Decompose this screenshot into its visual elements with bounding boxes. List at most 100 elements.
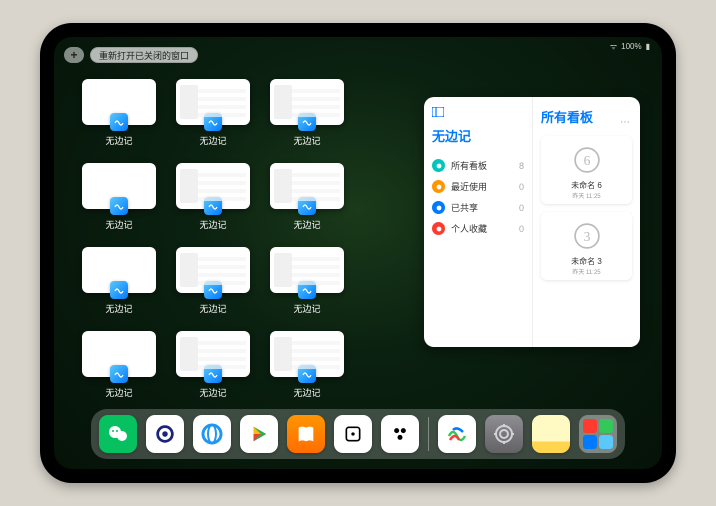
freeform-app-icon — [204, 365, 222, 383]
freeform-app-icon — [298, 281, 316, 299]
ipad-frame: ᯤ 100% ▮ + 重新打开已关闭的窗口 无边记 无边记 无边记 无边记 无边… — [40, 23, 676, 483]
sidebar-toggle-icon[interactable] — [432, 107, 524, 120]
freeform-panel[interactable]: ⋯ 无边记 所有看板 8 最近使用 0 已共享 0 个人收藏 0 所有看板 6 … — [424, 97, 640, 347]
status-bar: ᯤ 100% ▮ — [610, 41, 650, 52]
thumbnail-preview — [270, 163, 344, 209]
dock-app-unknown1[interactable] — [334, 415, 372, 453]
thumbnail-label: 无边记 — [199, 386, 226, 399]
sidebar-item-icon — [432, 201, 445, 214]
freeform-app-icon — [298, 197, 316, 215]
window-thumbnail[interactable]: 无边记 — [82, 163, 156, 231]
thumbnail-label: 无边记 — [293, 386, 320, 399]
dock-folder[interactable] — [579, 415, 617, 453]
thumbnail-preview — [82, 247, 156, 293]
window-grid: 无边记 无边记 无边记 无边记 无边记 无边记 无边记 无边记 无边记 无边记 … — [82, 79, 344, 399]
dock-app-play[interactable] — [240, 415, 278, 453]
thumbnail-label: 无边记 — [105, 134, 132, 147]
window-thumbnail[interactable]: 无边记 — [82, 79, 156, 147]
sidebar-item-label: 已共享 — [451, 201, 478, 214]
folder-app-icon — [583, 419, 597, 433]
sidebar-item-label: 个人收藏 — [451, 222, 487, 235]
thumbnail-label: 无边记 — [199, 134, 226, 147]
sidebar-item-count: 0 — [519, 224, 524, 234]
sidebar-item-count: 0 — [519, 182, 524, 192]
sidebar-item-icon — [432, 222, 445, 235]
battery-label: 100% — [621, 42, 641, 51]
thumbnail-label: 无边记 — [105, 218, 132, 231]
window-thumbnail[interactable]: 无边记 — [82, 331, 156, 399]
window-thumbnail[interactable]: 无边记 — [270, 247, 344, 315]
thumbnail-preview — [82, 163, 156, 209]
window-thumbnail[interactable]: 无边记 — [176, 247, 250, 315]
window-thumbnail[interactable]: 无边记 — [270, 79, 344, 147]
screen: ᯤ 100% ▮ + 重新打开已关闭的窗口 无边记 无边记 无边记 无边记 无边… — [54, 37, 662, 469]
sidebar-item[interactable]: 所有看板 8 — [432, 155, 524, 176]
thumbnail-label: 无边记 — [293, 134, 320, 147]
header: + 重新打开已关闭的窗口 — [64, 47, 198, 63]
board-card[interactable]: 6 未命名 6 昨天 11:25 — [541, 136, 632, 204]
sidebar-item[interactable]: 个人收藏 0 — [432, 218, 524, 239]
plus-icon: + — [70, 48, 77, 62]
freeform-app-icon — [298, 113, 316, 131]
reopen-closed-window-button[interactable]: 重新打开已关闭的窗口 — [90, 47, 198, 63]
svg-text:3: 3 — [583, 229, 590, 244]
board-date: 昨天 11:25 — [545, 267, 628, 276]
dock-app-settings[interactable] — [485, 415, 523, 453]
thumbnail-label: 无边记 — [293, 218, 320, 231]
freeform-app-icon — [110, 365, 128, 383]
board-card[interactable]: 3 未命名 3 昨天 11:25 — [541, 212, 632, 280]
board-date: 昨天 11:25 — [545, 191, 628, 200]
thumbnail-preview — [82, 331, 156, 377]
dock-app-books[interactable] — [287, 415, 325, 453]
dock-app-qqbrowser[interactable] — [193, 415, 231, 453]
freeform-app-icon — [204, 197, 222, 215]
window-thumbnail[interactable]: 无边记 — [82, 247, 156, 315]
thumbnail-label: 无边记 — [105, 302, 132, 315]
board-sketch: 6 — [545, 140, 628, 180]
window-thumbnail[interactable]: 无边记 — [270, 163, 344, 231]
dock-app-wechat[interactable] — [99, 415, 137, 453]
sidebar-item[interactable]: 已共享 0 — [432, 197, 524, 218]
window-thumbnail[interactable]: 无边记 — [176, 163, 250, 231]
window-thumbnail[interactable]: 无边记 — [176, 331, 250, 399]
panel-left-title: 无边记 — [432, 126, 524, 145]
sidebar-item-count: 0 — [519, 203, 524, 213]
board-name: 未命名 6 — [545, 180, 628, 191]
thumbnail-preview — [176, 163, 250, 209]
more-icon[interactable]: ⋯ — [620, 117, 630, 128]
sidebar-item-label: 最近使用 — [451, 180, 487, 193]
folder-app-icon — [599, 435, 613, 449]
board-sketch: 3 — [545, 216, 628, 256]
thumbnail-label: 无边记 — [199, 302, 226, 315]
thumbnail-preview — [176, 79, 250, 125]
window-thumbnail[interactable]: 无边记 — [270, 331, 344, 399]
window-thumbnail[interactable]: 无边记 — [176, 79, 250, 147]
reopen-label: 重新打开已关闭的窗口 — [99, 49, 189, 62]
dock — [91, 409, 625, 459]
folder-app-icon — [583, 435, 597, 449]
freeform-app-icon — [110, 113, 128, 131]
freeform-app-icon — [110, 281, 128, 299]
dock-app-unknown2[interactable] — [381, 415, 419, 453]
signal-icon: ᯤ — [610, 41, 617, 52]
dock-app-notes[interactable] — [532, 415, 570, 453]
board-name: 未命名 3 — [545, 256, 628, 267]
sidebar-item[interactable]: 最近使用 0 — [432, 176, 524, 197]
dock-app-quark[interactable] — [146, 415, 184, 453]
freeform-app-icon — [204, 113, 222, 131]
dock-app-freeform[interactable] — [438, 415, 476, 453]
dock-separator — [428, 417, 429, 451]
new-window-button[interactable]: + — [64, 47, 84, 63]
sidebar-item-icon — [432, 180, 445, 193]
thumbnail-preview — [82, 79, 156, 125]
thumbnail-preview — [176, 247, 250, 293]
thumbnail-label: 无边记 — [105, 386, 132, 399]
folder-app-icon — [599, 419, 613, 433]
thumbnail-label: 无边记 — [293, 302, 320, 315]
sidebar-item-count: 8 — [519, 161, 524, 171]
battery-icon: ▮ — [646, 42, 650, 51]
panel-content: 所有看板 6 未命名 6 昨天 11:25 3 未命名 3 昨天 11:25 — [532, 97, 640, 347]
freeform-app-icon — [204, 281, 222, 299]
sidebar-item-label: 所有看板 — [451, 159, 487, 172]
svg-text:6: 6 — [583, 153, 590, 168]
